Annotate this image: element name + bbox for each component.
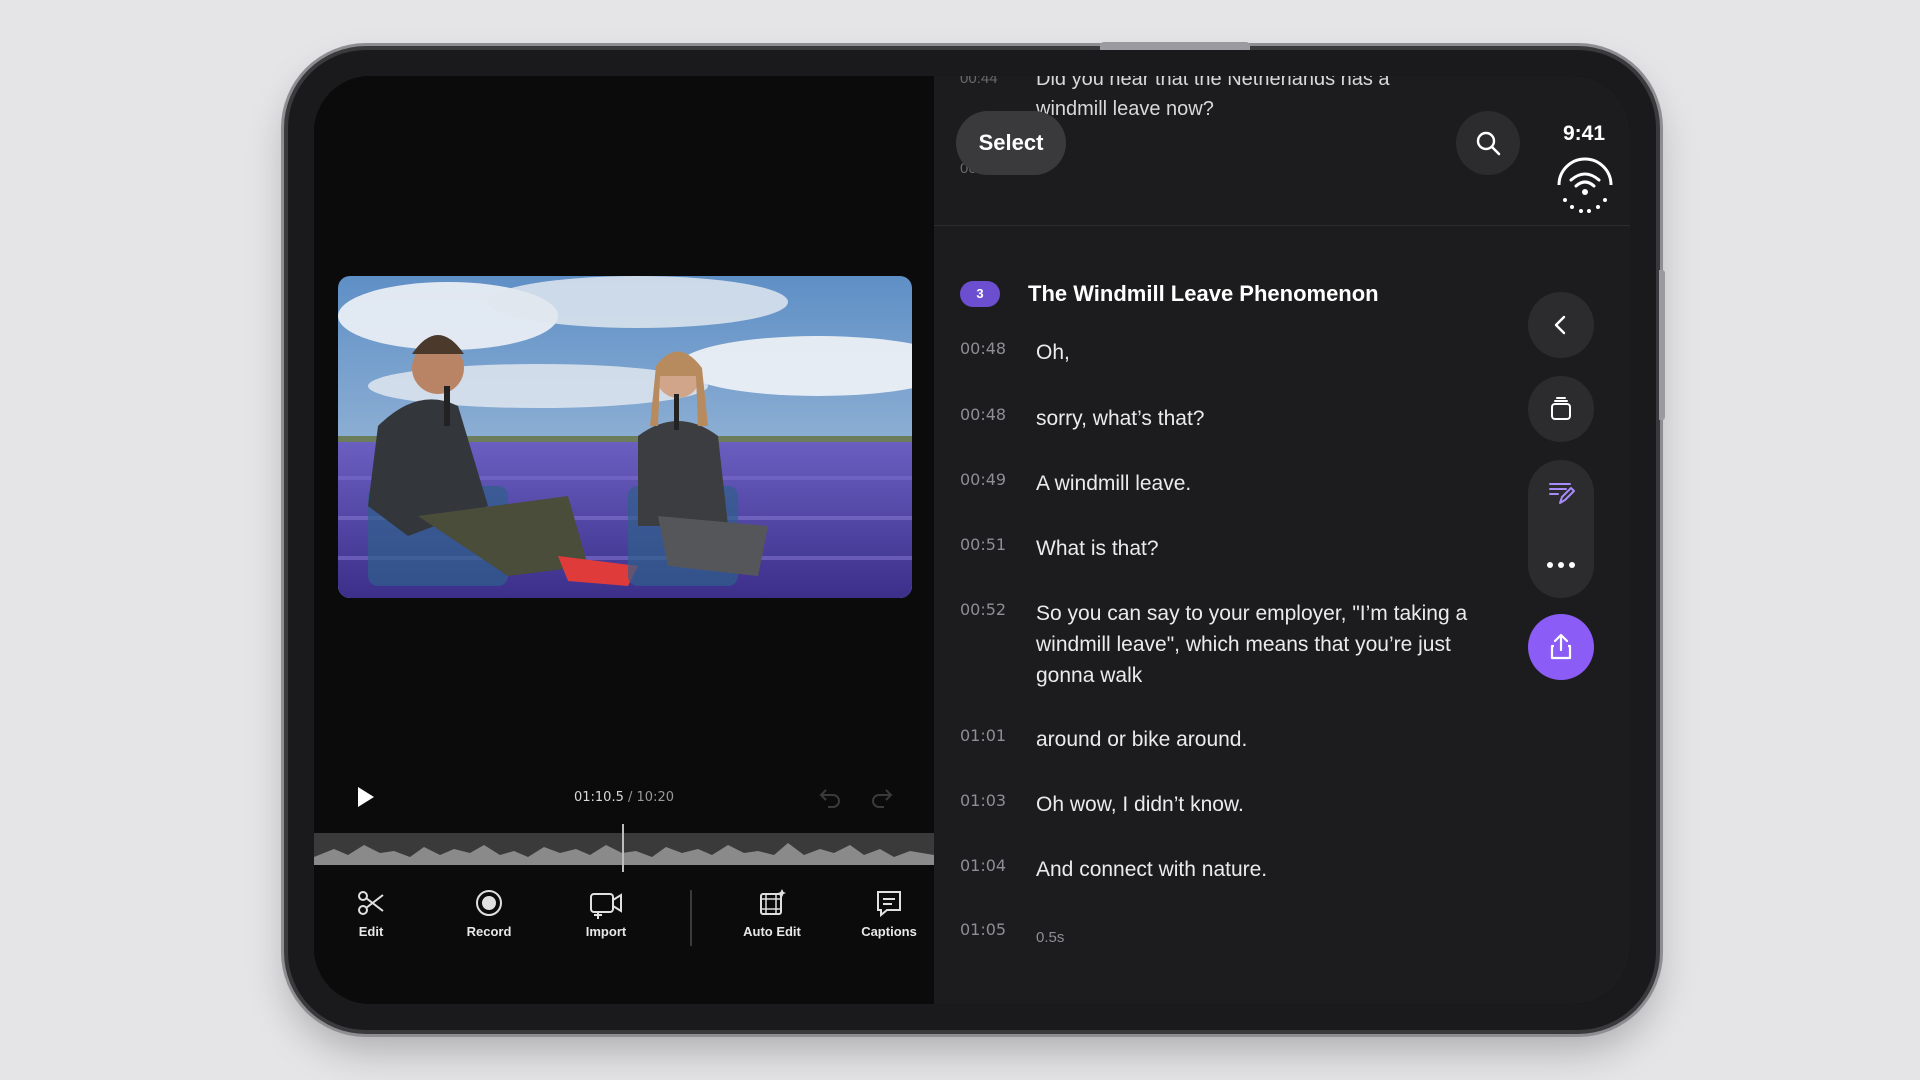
- previous-line-text[interactable]: Did you hear that the Netherlands has a …: [1036, 76, 1456, 124]
- screen: 01:10.5 / 10:20 Edit Record Import Auto …: [314, 76, 1630, 1004]
- scissors-icon: [358, 891, 384, 915]
- chapter-heading[interactable]: 3 The Windmill Leave Phenomenon: [960, 281, 1379, 307]
- total-duration: 10:20: [636, 790, 674, 805]
- redo-icon: [872, 789, 893, 808]
- search-icon: [1476, 131, 1501, 156]
- line-text: around or bike around.: [1036, 728, 1248, 751]
- wifi-status-button[interactable]: [1556, 156, 1614, 214]
- search-button[interactable]: [1456, 111, 1520, 175]
- undo-button[interactable]: [818, 786, 842, 808]
- line-timestamp: 01:03: [960, 791, 1007, 810]
- transcript-header: 00:44 Did you hear that the Netherlands …: [934, 76, 1630, 226]
- back-button[interactable]: [1528, 292, 1594, 358]
- redo-button[interactable]: [870, 786, 894, 808]
- layers-button[interactable]: [1528, 376, 1594, 442]
- chapter-number-badge: 3: [960, 281, 1000, 307]
- pause-duration: 0.5s: [1036, 929, 1065, 946]
- line-timestamp: 00:49: [960, 470, 1007, 489]
- auto-edit-icon: [760, 889, 786, 915]
- record-label: Record: [466, 924, 512, 939]
- record-tool-button[interactable]: Record: [444, 884, 534, 939]
- edit-text-button[interactable]: [1528, 460, 1594, 526]
- line-text: What is that?: [1036, 537, 1159, 560]
- record-icon: [476, 890, 502, 916]
- import-video-icon: [590, 893, 622, 919]
- previous-line-timestamp: 00:44: [960, 76, 998, 87]
- video-frame-image: [338, 276, 912, 598]
- line-timestamp: 01:01: [960, 726, 1007, 745]
- line-text: Oh wow, I didn’t know.: [1036, 793, 1244, 816]
- auto-edit-tool-button[interactable]: Auto Edit: [727, 884, 817, 939]
- line-timestamp: 01:04: [960, 856, 1007, 875]
- bottom-toolbar: Edit Record Import Auto Edit Captions: [314, 884, 934, 1004]
- undo-icon: [819, 789, 840, 808]
- line-timestamp: 01:05: [960, 920, 1007, 939]
- audio-waveform[interactable]: [314, 833, 934, 865]
- line-timestamp: 00:48: [960, 339, 1007, 358]
- edit-actions-group: [1528, 460, 1594, 598]
- edit-label: Edit: [358, 924, 384, 939]
- edit-text-icon: [1549, 483, 1575, 504]
- status-time: 9:41: [1562, 122, 1606, 145]
- captions-tool-button[interactable]: Captions: [844, 884, 934, 939]
- export-button[interactable]: [1528, 614, 1594, 680]
- device-frame: 01:10.5 / 10:20 Edit Record Import Auto …: [288, 42, 1665, 1030]
- chevron-left-icon: [1554, 315, 1566, 335]
- stack-icon: [1551, 397, 1571, 420]
- editor-pane: 01:10.5 / 10:20 Edit Record Import Auto …: [314, 76, 934, 1004]
- current-time: 01:10.5: [573, 790, 624, 805]
- select-button[interactable]: Select: [956, 111, 1066, 175]
- wifi-icon: [1557, 157, 1613, 213]
- line-text: And connect with nature.: [1036, 858, 1268, 881]
- waveform-graphic: [314, 843, 934, 865]
- edit-tool-button[interactable]: Edit: [326, 884, 416, 939]
- line-text: Oh,: [1036, 341, 1070, 364]
- video-preview[interactable]: [338, 276, 912, 598]
- line-timestamp: 00:48: [960, 405, 1007, 424]
- captions-icon: [877, 891, 901, 918]
- transcript-pane: 00:44 Did you hear that the Netherlands …: [934, 76, 1630, 1004]
- line-text: sorry, what’s that?: [1036, 407, 1205, 430]
- line-timestamp: 00:52: [960, 600, 1007, 619]
- captions-label: Captions: [861, 924, 917, 939]
- line-text: So you can say to your employer, "I’m ta…: [1036, 602, 1468, 687]
- time-separator: /: [628, 790, 633, 805]
- auto-edit-label: Auto Edit: [743, 924, 801, 939]
- line-timestamp: 00:51: [960, 535, 1007, 554]
- more-icon: [1547, 562, 1575, 568]
- share-icon: [1550, 633, 1572, 660]
- import-tool-button[interactable]: Import: [561, 884, 651, 939]
- more-options-button[interactable]: [1528, 532, 1594, 598]
- import-label: Import: [585, 924, 627, 939]
- toolbar-divider: [690, 890, 692, 946]
- volume-button: [1160, 42, 1250, 50]
- playhead[interactable]: [622, 824, 624, 872]
- line-text: A windmill leave.: [1036, 472, 1192, 495]
- transport-bar: 01:10.5 / 10:20: [314, 776, 934, 816]
- power-button: [1659, 270, 1665, 420]
- chapter-title: The Windmill Leave Phenomenon: [1028, 281, 1379, 306]
